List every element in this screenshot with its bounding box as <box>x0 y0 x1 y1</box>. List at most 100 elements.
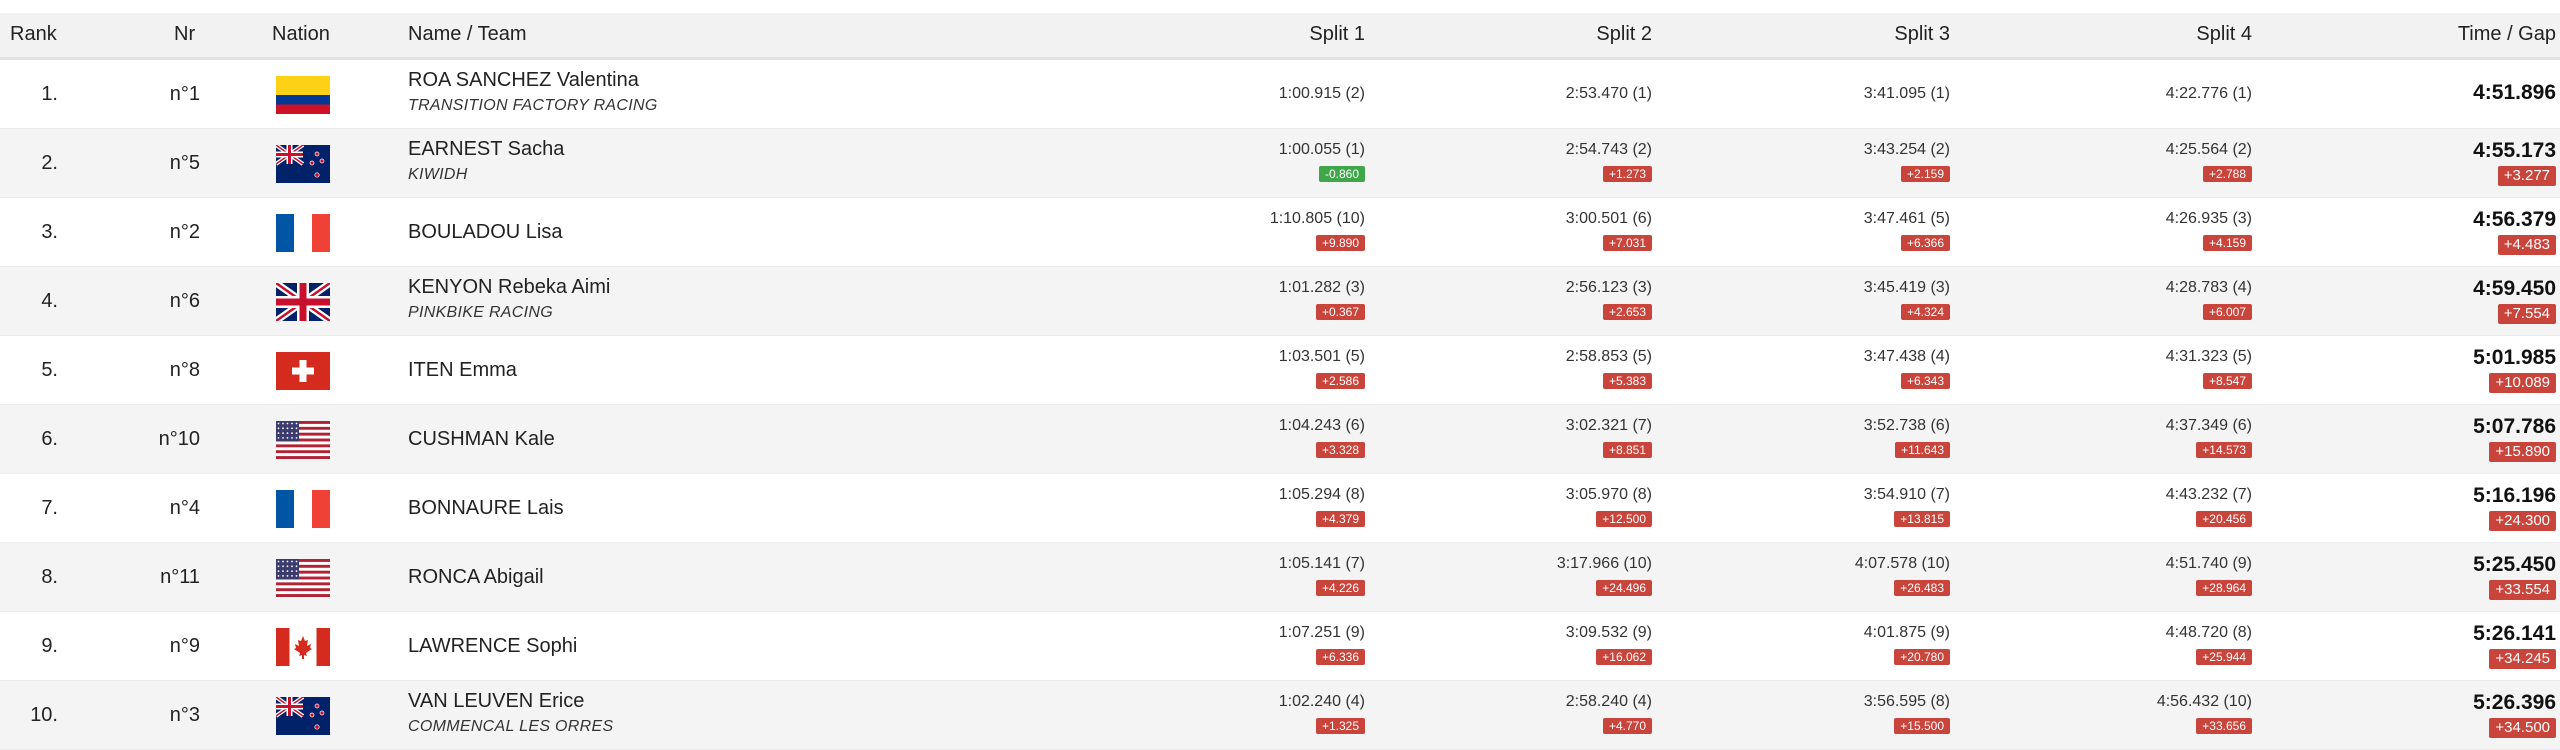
split-gap-badge: +16.062 <box>1596 649 1652 665</box>
switzerland-flag-icon <box>276 352 330 390</box>
table-row[interactable]: 8. n°11 RONCA Abigail 1:05.141 (7) +4.226 3:1… <box>0 543 2560 612</box>
split-gap-badge: +15.500 <box>1894 718 1950 734</box>
split-time: 1:02.240 (4) <box>1278 693 1365 710</box>
split-3-cell: 4:01.875 (9) +20.780 <box>1650 623 1950 666</box>
rider-name[interactable]: BOULADOU Lisa <box>408 221 563 244</box>
split-2-cell: 2:54.743 (2) +1.273 <box>1352 140 1652 183</box>
header-split-4[interactable]: Split 4 <box>2196 23 2252 46</box>
time-gap-badge: +24.300 <box>2489 511 2556 531</box>
finish-time: 5:01.985 <box>2473 346 2556 369</box>
usa-flag-icon <box>276 421 330 459</box>
split-4-cell: 4:25.564 (2) +2.788 <box>1952 140 2252 183</box>
header-split-1[interactable]: Split 1 <box>1309 23 1365 46</box>
rider-name[interactable]: KENYON Rebeka Aimi <box>408 276 610 299</box>
rider-name[interactable]: EARNEST Sacha <box>408 138 564 161</box>
table-row[interactable]: 7. n°4 BONNAURE Lais 1:05.294 (8) +4.379 3:05… <box>0 474 2560 543</box>
split-time: 1:05.294 (8) <box>1278 486 1365 503</box>
split-time: 2:58.853 (5) <box>1565 348 1652 365</box>
team-name: KIWIDH <box>408 166 468 183</box>
split-gap-badge: +11.643 <box>1895 442 1950 458</box>
finish-time: 5:16.196 <box>2473 484 2556 507</box>
split-time: 3:05.970 (8) <box>1565 486 1652 503</box>
split-time: 1:00.915 (2) <box>1278 85 1365 102</box>
time-gap-badge: +3.277 <box>2497 166 2556 186</box>
rider-name[interactable]: ITEN Emma <box>408 359 517 382</box>
split-time: 4:43.232 (7) <box>2165 486 2252 503</box>
header-split-3[interactable]: Split 3 <box>1894 23 1950 46</box>
rank-cell: 5. <box>41 359 58 381</box>
table-row[interactable]: 6. n°10 CUSHMAN Kale 1:04.243 (6) +3.328 3:02… <box>0 405 2560 474</box>
rider-name[interactable]: LAWRENCE Sophi <box>408 635 577 658</box>
bib-number-cell: n°11 <box>160 566 200 588</box>
split-3-cell: 3:47.461 (5) +6.366 <box>1650 209 1950 252</box>
bib-number-cell: n°6 <box>169 290 200 312</box>
split-time: 4:56.432 (10) <box>2156 693 2252 710</box>
split-time: 3:47.438 (4) <box>1863 348 1950 365</box>
team-name: PINKBIKE RACING <box>408 304 553 321</box>
finish-time-cell: 5:25.450 +33.554 <box>2336 554 2556 600</box>
canada-flag-icon <box>276 628 330 666</box>
team-name: TRANSITION FACTORY RACING <box>408 97 658 114</box>
table-row[interactable]: 2. n°5 EARNEST Sacha KIWIDH 1:00.055 (1) -0.8… <box>0 129 2560 198</box>
split-time: 2:54.743 (2) <box>1565 141 1652 158</box>
split-gap-badge: +25.944 <box>2196 649 2252 665</box>
header-rank[interactable]: Rank <box>10 23 57 46</box>
rider-name[interactable]: BONNAURE Lais <box>408 497 564 520</box>
split-time: 1:00.055 (1) <box>1278 141 1365 158</box>
table-row[interactable]: 9. n°9 LAWRENCE Sophi 1:07.251 (9) +6.336 3:0… <box>0 612 2560 681</box>
split-gap-badge: +12.500 <box>1596 511 1652 527</box>
split-4-cell: 4:28.783 (4) +6.007 <box>1952 278 2252 321</box>
split-3-cell: 3:41.095 (1) <box>1650 84 1950 104</box>
finish-time-cell: 4:59.450 +7.554 <box>2336 278 2556 324</box>
split-time: 1:07.251 (9) <box>1278 624 1365 641</box>
header-nr[interactable]: Nr <box>174 23 195 46</box>
rider-name[interactable]: CUSHMAN Kale <box>408 428 555 451</box>
split-2-cell: 2:53.470 (1) <box>1352 84 1652 104</box>
time-gap-badge: +7.554 <box>2497 304 2556 324</box>
split-time: 3:45.419 (3) <box>1863 279 1950 296</box>
rank-cell: 1. <box>41 83 58 105</box>
split-1-cell: 1:05.294 (8) +4.379 <box>1065 485 1365 528</box>
finish-time-cell: 5:26.396 +34.500 <box>2336 692 2556 738</box>
split-time: 3:09.532 (9) <box>1565 624 1652 641</box>
split-1-cell: 1:00.915 (2) <box>1065 84 1365 104</box>
split-gap-badge: +2.653 <box>1602 304 1652 320</box>
split-gap-badge: +13.815 <box>1894 511 1950 527</box>
header-time-gap[interactable]: Time / Gap <box>2458 23 2556 46</box>
finish-time-cell: 4:56.379 +4.483 <box>2336 209 2556 255</box>
split-2-cell: 2:58.240 (4) +4.770 <box>1352 692 1652 735</box>
table-row[interactable]: 3. n°2 BOULADOU Lisa 1:10.805 (10) +9.890 3:0… <box>0 198 2560 267</box>
table-row[interactable]: 1. n°1 ROA SANCHEZ Valentina TRANSITION FAC… <box>0 60 2560 129</box>
finish-time: 5:07.786 <box>2473 415 2556 438</box>
split-2-cell: 3:09.532 (9) +16.062 <box>1352 623 1652 666</box>
split-gap-badge: +6.007 <box>2202 304 2252 320</box>
team-name: COMMENCAL LES ORRES <box>408 718 614 735</box>
split-gap-badge: +8.547 <box>2202 373 2252 389</box>
split-gap-badge: +28.964 <box>2196 580 2252 596</box>
split-2-cell: 3:02.321 (7) +8.851 <box>1352 416 1652 459</box>
table-row[interactable]: 10. n°3 VAN LEUVEN Erice COMMENCAL LES ORRE… <box>0 681 2560 750</box>
header-nation[interactable]: Nation <box>272 23 330 46</box>
rank-cell: 9. <box>41 635 58 657</box>
split-time: 3:43.254 (2) <box>1863 141 1950 158</box>
split-time: 3:02.321 (7) <box>1565 417 1652 434</box>
rider-name[interactable]: ROA SANCHEZ Valentina <box>408 69 639 92</box>
split-gap-badge: +7.031 <box>1602 235 1652 251</box>
finish-time: 5:26.141 <box>2473 622 2556 645</box>
split-3-cell: 3:47.438 (4) +6.343 <box>1650 347 1950 390</box>
split-gap-badge: +26.483 <box>1894 580 1950 596</box>
split-gap-badge: +33.656 <box>2196 718 2252 734</box>
split-3-cell: 3:54.910 (7) +13.815 <box>1650 485 1950 528</box>
header-name-team[interactable]: Name / Team <box>408 23 527 46</box>
header-split-2[interactable]: Split 2 <box>1596 23 1652 46</box>
split-4-cell: 4:22.776 (1) <box>1952 84 2252 104</box>
split-time: 3:41.095 (1) <box>1863 85 1950 102</box>
rider-name[interactable]: VAN LEUVEN Erice <box>408 690 584 713</box>
table-row[interactable]: 4. n°6 KENYON Rebeka Aimi PINKBIKE RACING 1:… <box>0 267 2560 336</box>
rank-cell: 3. <box>41 221 58 243</box>
rider-name[interactable]: RONCA Abigail <box>408 566 544 589</box>
time-gap-badge: +34.500 <box>2489 718 2556 738</box>
rank-cell: 10. <box>30 704 58 726</box>
table-row[interactable]: 5. n°8 ITEN Emma 1:03.501 (5) +2.586 2:58.853… <box>0 336 2560 405</box>
bib-number-cell: n°5 <box>169 152 200 174</box>
